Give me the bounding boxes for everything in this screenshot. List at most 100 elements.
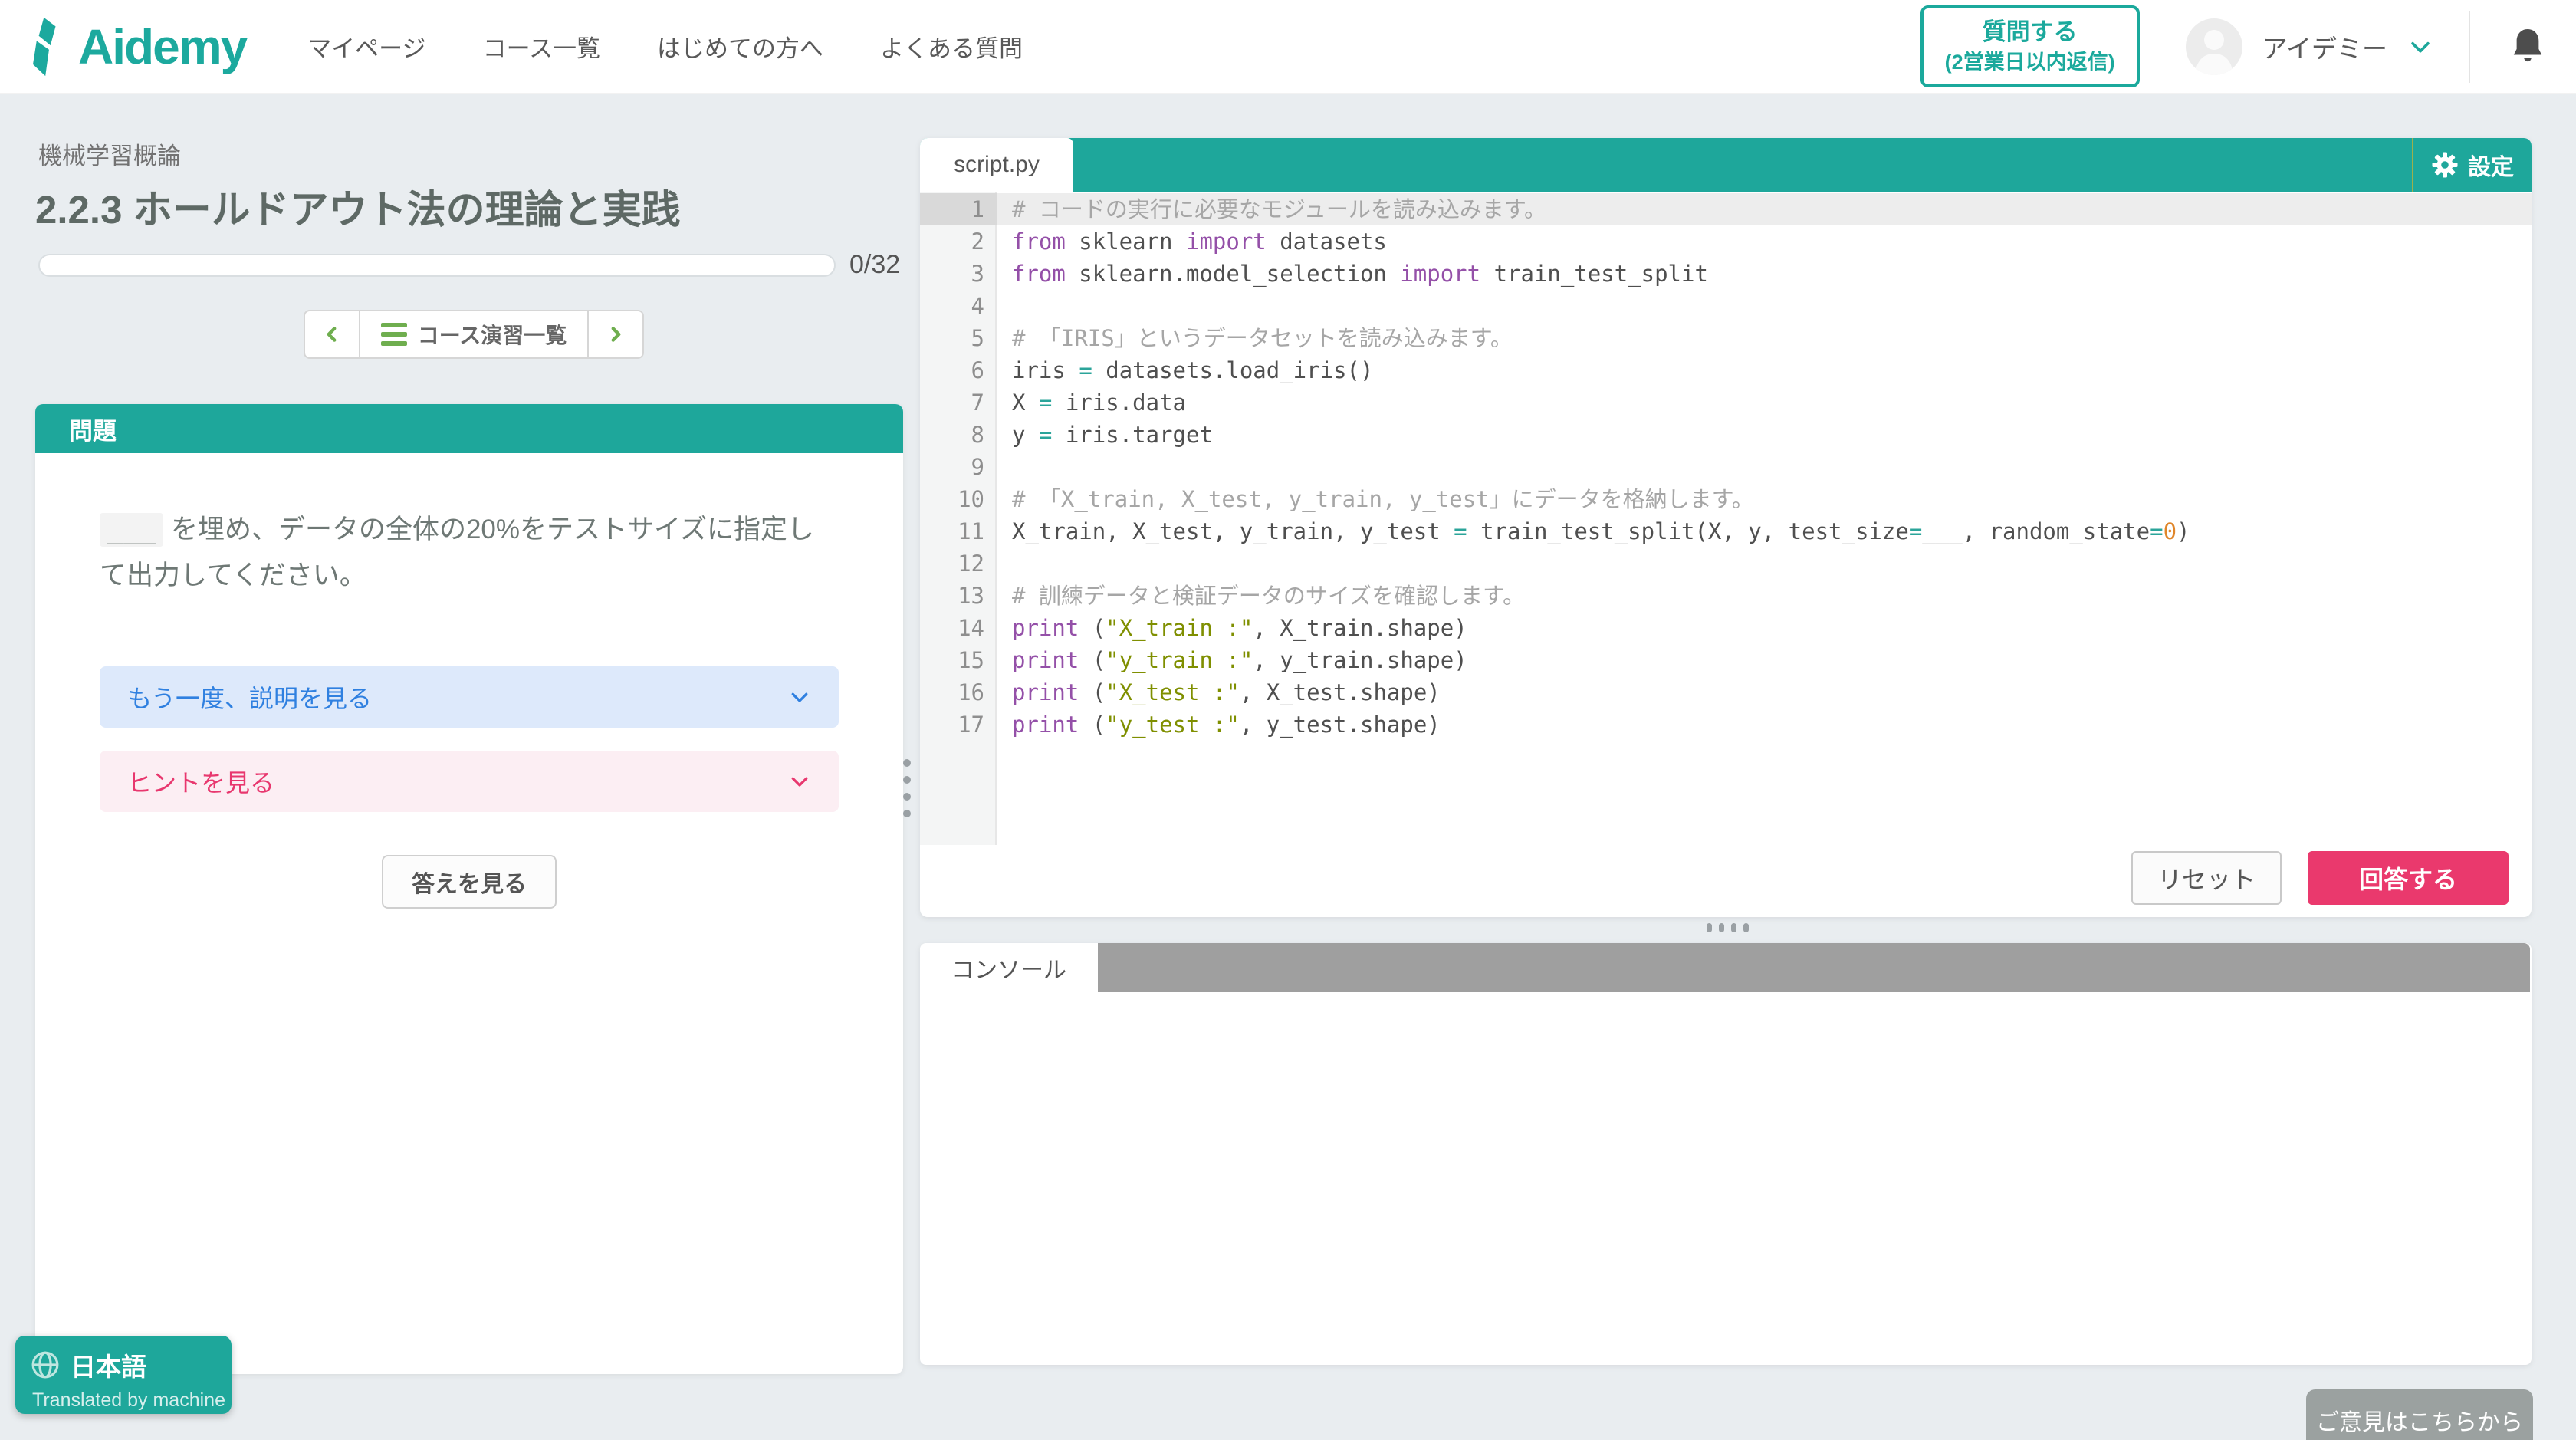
code-line-2[interactable]: 2from sklearn import datasets (920, 225, 2532, 258)
feedback-button[interactable]: ご意見はこちらから (2306, 1389, 2533, 1440)
navbar-divider (2469, 11, 2470, 83)
tab-script-py[interactable]: script.py (920, 138, 1073, 192)
code-line-9[interactable]: 9 (920, 451, 2532, 483)
line-number: 16 (920, 676, 997, 708)
nav-link-courses[interactable]: コース一覧 (483, 29, 600, 64)
line-number: 3 (920, 258, 997, 290)
code-text: iris = datasets.load_iris() (997, 354, 1373, 386)
chevron-down-icon (788, 685, 811, 708)
chevron-left-icon (322, 324, 342, 344)
person-icon (2186, 18, 2242, 75)
code-text: # コードの実行に必要なモジュールを読み込みます。 (997, 193, 1546, 225)
aidemy-logo-text: Aidemy (78, 18, 246, 75)
code-line-8[interactable]: 8y = iris.target (920, 419, 2532, 451)
code-text: print ("X_train :", X_train.shape) (997, 612, 1467, 644)
settings-button[interactable]: 設定 (2412, 138, 2532, 192)
code-line-14[interactable]: 14print ("X_train :", X_train.shape) (920, 612, 2532, 644)
explain-again-label: もう一度、説明を見る (127, 679, 372, 715)
panel-resize-handle[interactable] (903, 759, 911, 817)
console-header: コンソール (920, 943, 2532, 992)
hint-accordion[interactable]: ヒントを見る (100, 751, 839, 812)
navbar-right: 質問する (2営業日以内返信) アイデミー (1921, 5, 2545, 87)
code-text: print ("y_train :", y_train.shape) (997, 644, 1467, 676)
line-number: 1 (920, 193, 997, 225)
prev-exercise-button[interactable] (305, 311, 359, 357)
language-label: 日本語 (71, 1346, 146, 1383)
code-line-13[interactable]: 13# 訓練データと検証データのサイズを確認します。 (920, 580, 2532, 612)
nav-link-mypage[interactable]: マイページ (307, 29, 426, 64)
code-line-6[interactable]: 6iris = datasets.load_iris() (920, 354, 2532, 386)
settings-label: 設定 (2468, 148, 2514, 182)
breadcrumb[interactable]: 機械学習概論 (38, 136, 181, 171)
ask-question-button[interactable]: 質問する (2営業日以内返信) (1921, 5, 2140, 87)
hint-label: ヒントを見る (127, 764, 274, 799)
explain-again-accordion[interactable]: もう一度、説明を見る (100, 666, 839, 728)
problem-header-label: 問題 (69, 412, 117, 446)
code-line-5[interactable]: 5# 「IRIS」というデータセットを読み込みます。 (920, 322, 2532, 354)
page-title: 2.2.3 ホールドアウト法の理論と実践 (35, 178, 681, 235)
code-text: from sklearn import datasets (997, 225, 1387, 258)
problem-panel: 問題 ___ を埋め、データの全体の20%をテストサイズに指定して出力してくださ… (35, 404, 903, 1374)
code-line-4[interactable]: 4 (920, 290, 2532, 322)
course-nav-group: コース演習一覧 (304, 310, 644, 359)
chevron-down-icon[interactable] (2407, 34, 2433, 60)
code-line-15[interactable]: 15print ("y_train :", y_train.shape) (920, 644, 2532, 676)
language-sublabel: Translated by machine (31, 1389, 232, 1412)
code-line-3[interactable]: 3from sklearn.model_selection import tra… (920, 258, 2532, 290)
nav-links: マイページ コース一覧 はじめての方へ よくある質問 (307, 29, 1023, 64)
line-number: 10 (920, 483, 997, 515)
console-output (920, 992, 2532, 1365)
problem-statement: ___ を埋め、データの全体の20%をテストサイズに指定して出力してください。 (100, 507, 839, 599)
line-number: 12 (920, 547, 997, 580)
console-header-bar (1098, 943, 2530, 992)
code-text: print ("y_test :", y_test.shape) (997, 708, 1441, 741)
code-text (997, 547, 1012, 580)
line-number: 14 (920, 612, 997, 644)
code-text: # 「IRIS」というデータセットを読み込みます。 (997, 322, 1513, 354)
code-text (997, 451, 1012, 483)
line-number: 11 (920, 515, 997, 547)
line-number: 4 (920, 290, 997, 322)
chevron-right-icon (606, 324, 626, 344)
code-text (997, 290, 1012, 322)
editor-header: script.py 設定 (920, 138, 2532, 192)
avatar[interactable] (2186, 18, 2242, 75)
console-resize-handle[interactable] (1707, 923, 1749, 932)
code-area[interactable]: 1# コードの実行に必要なモジュールを読み込みます。2from sklearn … (920, 192, 2532, 845)
problem-body: ___ を埋め、データの全体の20%をテストサイズに指定して出力してください。 … (35, 453, 903, 909)
problem-header: 問題 (35, 404, 903, 453)
chevron-down-icon (788, 770, 811, 793)
next-exercise-button[interactable] (589, 311, 642, 357)
language-badge[interactable]: 日本語 Translated by machine (15, 1336, 232, 1414)
problem-statement-text: を埋め、データの全体の20%をテストサイズに指定して出力してください。 (100, 515, 814, 590)
nav-link-faq[interactable]: よくある質問 (880, 29, 1023, 64)
list-icon (381, 323, 407, 346)
code-text: # 訓練データと検証データのサイズを確認します。 (997, 580, 1525, 612)
course-exercise-list-button[interactable]: コース演習一覧 (359, 311, 589, 357)
ask-question-sublabel: (2営業日以内返信) (1945, 48, 2115, 76)
top-navbar: Aidemy マイページ コース一覧 はじめての方へ よくある質問 質問する (… (0, 0, 2576, 94)
code-line-1[interactable]: 1# コードの実行に必要なモジュールを読み込みます。 (920, 193, 2532, 225)
tab-console[interactable]: コンソール (920, 943, 1098, 992)
show-answer-button[interactable]: 答えを見る (382, 855, 557, 909)
reset-button[interactable]: リセット (2131, 851, 2282, 905)
code-text: X_train, X_test, y_train, y_test = train… (997, 515, 2190, 547)
code-line-10[interactable]: 10# 「X_train, X_test, y_train, y_test」にデ… (920, 483, 2532, 515)
code-line-12[interactable]: 12 (920, 547, 2532, 580)
code-line-11[interactable]: 11X_train, X_test, y_train, y_test = tra… (920, 515, 2532, 547)
language-badge-top: 日本語 (31, 1346, 232, 1383)
aidemy-logo[interactable]: Aidemy (26, 16, 246, 77)
line-number: 6 (920, 354, 997, 386)
code-line-16[interactable]: 16print ("X_test :", X_test.shape) (920, 676, 2532, 708)
ask-question-label: 質問する (1945, 16, 2115, 48)
code-line-17[interactable]: 17print ("y_test :", y_test.shape) (920, 708, 2532, 741)
nav-link-beginners[interactable]: はじめての方へ (657, 29, 823, 64)
line-number: 2 (920, 225, 997, 258)
notification-bell-icon[interactable] (2510, 28, 2545, 66)
code-line-7[interactable]: 7X = iris.data (920, 386, 2532, 419)
line-number: 13 (920, 580, 997, 612)
console-panel: コンソール (920, 943, 2532, 1365)
submit-answer-button[interactable]: 回答する (2308, 851, 2509, 905)
line-number: 8 (920, 419, 997, 451)
code-text: X = iris.data (997, 386, 1186, 419)
